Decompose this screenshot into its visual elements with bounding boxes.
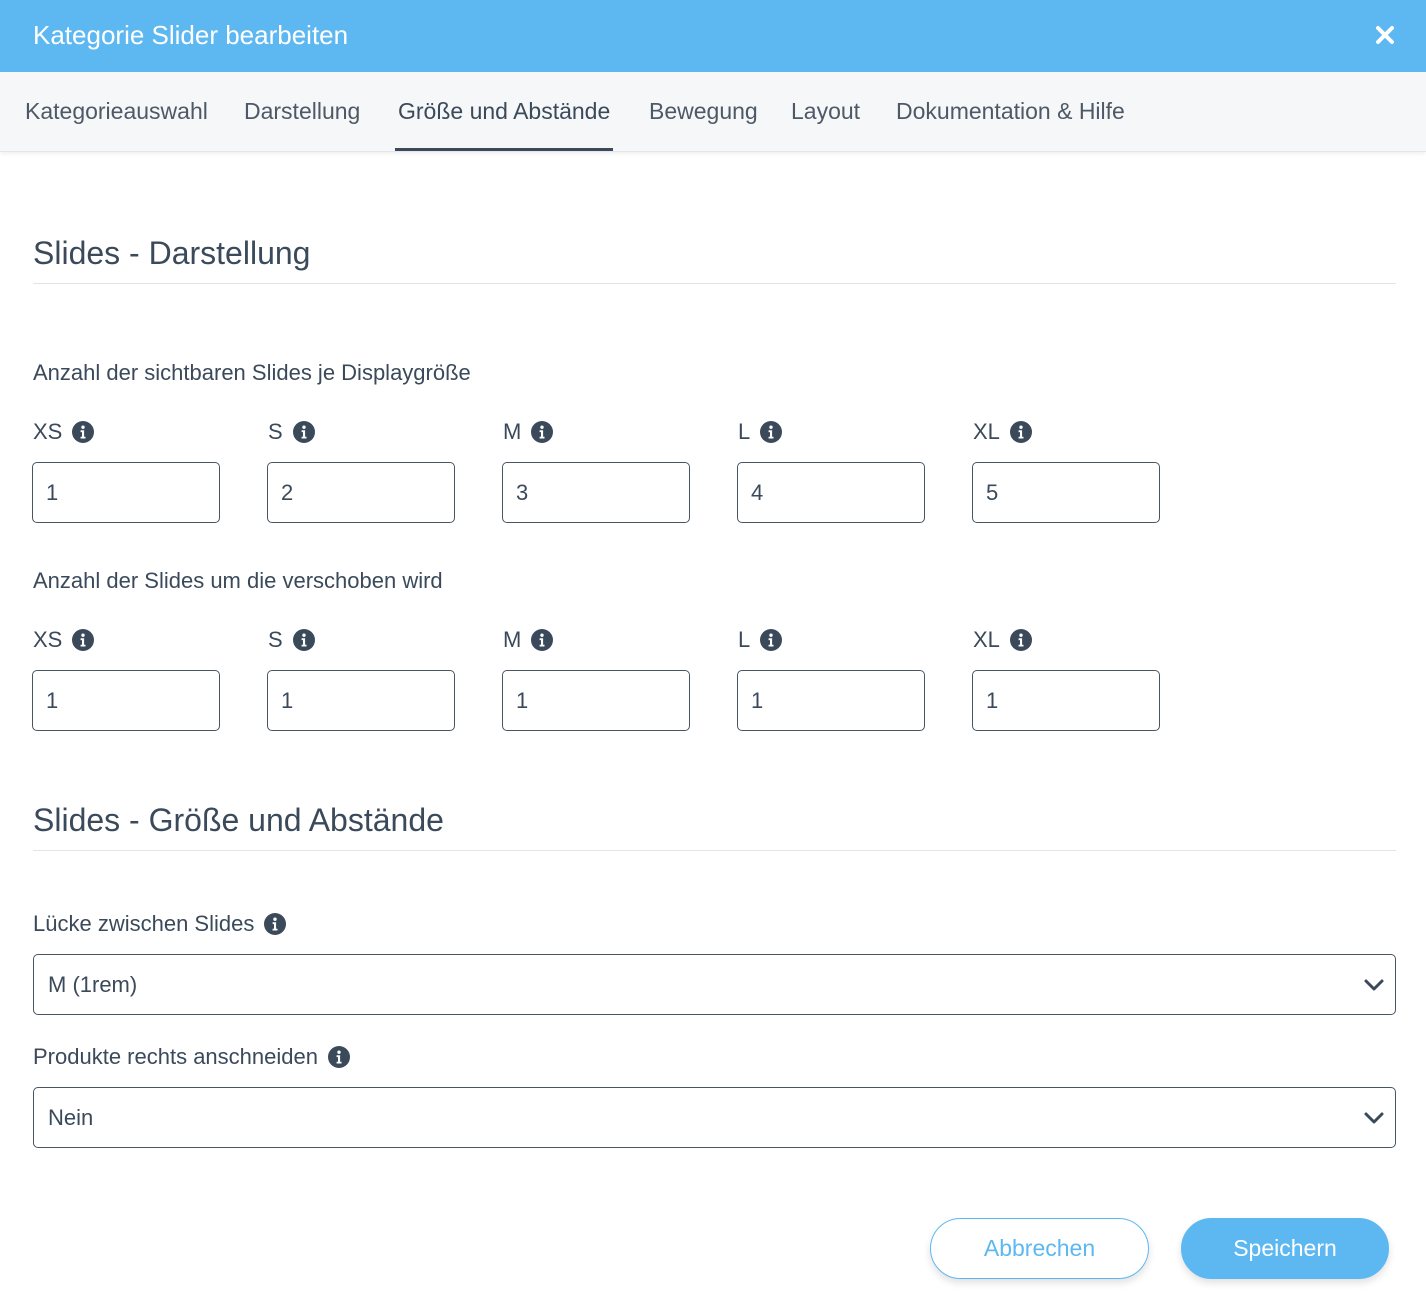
field-label-text: XS (33, 627, 63, 652)
section-title-darstellung: Slides - Darstellung (33, 235, 311, 271)
info-icon[interactable] (1009, 421, 1032, 443)
tab-dokumentation-hilfe[interactable]: Dokumentation & Hilfe (896, 72, 1125, 152)
section-divider (33, 283, 1396, 284)
scroll-slides-s-input[interactable] (267, 670, 455, 731)
section-divider (33, 850, 1396, 851)
field-label-xl: XL (973, 418, 1032, 446)
dialog-header: Kategorie Slider bearbeiten (0, 0, 1426, 72)
scroll-slides-l-input[interactable] (737, 670, 925, 731)
field-label-l: L (738, 418, 783, 446)
scroll-slides-m-input[interactable] (502, 670, 690, 731)
field-label-xl: XL (973, 626, 1032, 654)
info-icon[interactable] (760, 421, 783, 443)
dialog-title: Kategorie Slider bearbeiten (33, 20, 349, 50)
field-label-l: L (738, 626, 783, 654)
visible-slides-xl-input[interactable] (972, 462, 1160, 523)
field-label-m: M (503, 418, 554, 446)
visible-slides-s-input[interactable] (267, 462, 455, 523)
field-label-text: XS (33, 419, 63, 444)
tab-bewegung[interactable]: Bewegung (649, 72, 758, 152)
field-label-text: S (268, 419, 283, 444)
info-icon[interactable] (760, 629, 783, 651)
close-icon (1376, 26, 1394, 44)
tab-layout[interactable]: Layout (791, 72, 860, 152)
tab-kategorieauswahl[interactable]: Kategorieauswahl (25, 72, 208, 152)
info-icon[interactable] (72, 629, 95, 651)
gap-label-text: Lücke zwischen Slides (33, 911, 255, 936)
field-label-xs: XS (33, 626, 95, 654)
cancel-button[interactable]: Abbrechen (930, 1218, 1149, 1279)
field-label-s: S (268, 418, 315, 446)
info-icon[interactable] (72, 421, 95, 443)
crop-select[interactable]: Nein (33, 1087, 1396, 1148)
visible-slides-m-input[interactable] (502, 462, 690, 523)
field-label-xs: XS (33, 418, 95, 446)
info-icon[interactable] (264, 913, 287, 935)
crop-label-text: Produkte rechts anschneiden (33, 1044, 318, 1069)
scroll-slides-xs-input[interactable] (32, 670, 220, 731)
field-label-text: M (503, 627, 522, 652)
section-title-groesse-abstaende: Slides - Größe und Abstände (33, 802, 444, 838)
info-icon[interactable] (531, 421, 554, 443)
info-icon[interactable] (292, 629, 315, 651)
tab-bar: Kategorieauswahl Darstellung Größe und A… (0, 72, 1426, 152)
info-icon[interactable] (292, 421, 315, 443)
field-label-s: S (268, 626, 315, 654)
visible-slides-l-input[interactable] (737, 462, 925, 523)
visible-slides-label: Anzahl der sichtbaren Slides je Displayg… (33, 360, 471, 385)
field-label-text: XL (973, 627, 1000, 652)
field-label-text: S (268, 627, 283, 652)
field-label-text: L (738, 627, 751, 652)
tab-groesse-und-abstaende[interactable]: Größe und Abstände (394, 72, 614, 152)
crop-select-value: Nein (48, 1105, 94, 1130)
info-icon[interactable] (531, 629, 554, 651)
gap-label: Lücke zwischen Slides (33, 910, 287, 938)
field-label-text: XL (973, 419, 1000, 444)
scroll-slides-xl-input[interactable] (972, 670, 1160, 731)
gap-select[interactable]: M (1rem) (33, 954, 1396, 1015)
crop-label: Produkte rechts anschneiden (33, 1043, 350, 1071)
info-icon[interactable] (1009, 629, 1032, 651)
field-label-text: L (738, 419, 751, 444)
tab-darstellung[interactable]: Darstellung (244, 72, 360, 152)
gap-select-value: M (1rem) (48, 972, 138, 997)
close-button[interactable] (1368, 18, 1402, 52)
chevron-down-icon (1363, 974, 1385, 996)
scroll-slides-label: Anzahl der Slides um die verschoben wird (33, 568, 443, 593)
field-label-text: M (503, 419, 522, 444)
info-icon[interactable] (327, 1046, 350, 1068)
field-label-m: M (503, 626, 554, 654)
chevron-down-icon (1363, 1107, 1385, 1129)
save-button[interactable]: Speichern (1181, 1218, 1389, 1279)
visible-slides-xs-input[interactable] (32, 462, 220, 523)
